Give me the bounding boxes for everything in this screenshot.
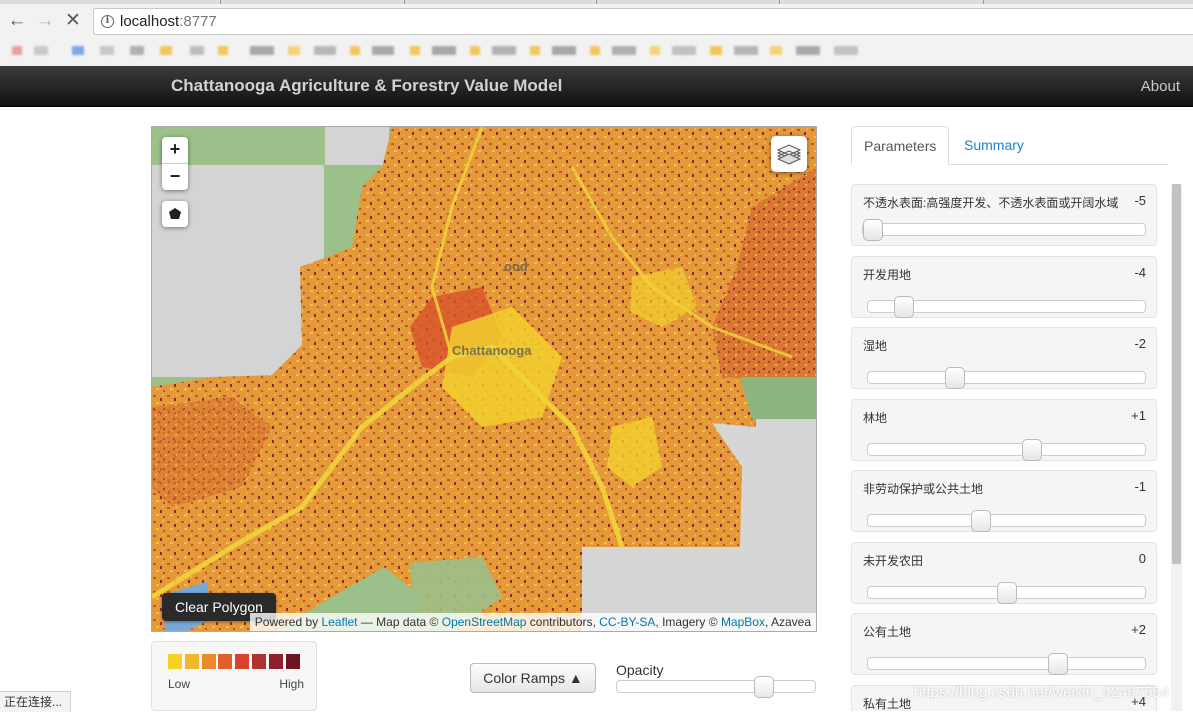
stop-loading-icon[interactable]: ✕ [62, 10, 84, 32]
parameter-card: 湿地 -2 [851, 327, 1157, 389]
info-icon[interactable]: i [101, 15, 114, 28]
legend-swatch [235, 654, 250, 669]
zoom-control: + − [162, 137, 188, 190]
parameter-slider[interactable] [862, 219, 1146, 241]
opacity-label: Opacity [616, 662, 664, 678]
polygon-icon [169, 208, 181, 219]
parameter-slider-handle[interactable] [1047, 653, 1068, 675]
parameter-slider[interactable] [867, 367, 1146, 389]
browser-status-bar: 正在连接... [0, 691, 72, 712]
parameter-slider-handle[interactable] [893, 295, 914, 318]
map-place-label: ood [504, 259, 528, 274]
tab-summary[interactable]: Summary [952, 126, 1036, 164]
parameter-list: 不透水表面:高强度开发、不透水表面或开阔水域 -5 开发用地 -4 湿地 -2 林地 +1 非劳… [851, 184, 1157, 711]
parameter-card: 非劳动保护或公共土地 -1 [851, 470, 1157, 532]
parameter-label: 湿地 [863, 339, 888, 353]
parameter-value: -1 [1134, 479, 1146, 494]
draw-polygon-button[interactable] [162, 201, 188, 227]
parameter-label: 开发用地 [863, 267, 912, 282]
parameter-slider[interactable] [867, 438, 1146, 461]
zoom-out-button[interactable]: − [162, 164, 188, 190]
parameter-value: -5 [1134, 193, 1146, 208]
parameter-card: 不透水表面:高强度开发、不透水表面或开阔水域 -5 [851, 184, 1157, 246]
tab-strip [0, 0, 1193, 4]
legend-swatch [168, 654, 182, 669]
layers-button[interactable] [771, 136, 807, 172]
layers-icon [776, 144, 802, 165]
parameter-label: 私有土地 [863, 696, 912, 711]
parameter-value: +1 [1131, 407, 1146, 423]
app-navbar: Chattanooga Agriculture & Forestry Value… [0, 66, 1193, 107]
parameter-card: 未开发农田 0 [851, 541, 1157, 604]
zoom-in-button[interactable]: + [162, 137, 188, 164]
parameter-label: 非劳动保护或公共土地 [863, 482, 984, 496]
parameter-slider-handle[interactable] [863, 219, 883, 241]
app-title[interactable]: Chattanooga Agriculture & Forestry Value… [171, 76, 562, 96]
parameter-card: 公有土地 +2 [851, 613, 1157, 675]
parameter-slider[interactable] [867, 653, 1146, 675]
legend-swatch [184, 654, 199, 669]
parameter-slider-handle[interactable] [970, 510, 991, 532]
forward-arrow-icon[interactable]: → [34, 10, 56, 32]
legend-low-label: Low [168, 677, 191, 691]
legend-swatch [268, 654, 283, 669]
parameter-label: 公有土地 [863, 625, 912, 639]
openstreetmap-link[interactable]: OpenStreetMap [442, 615, 527, 629]
map-attribution: Powered by Leaflet — Map data © OpenStre… [249, 613, 816, 631]
back-arrow-icon[interactable]: ← [6, 10, 28, 32]
tab-parameters[interactable]: Parameters [851, 126, 950, 165]
legend-swatch [252, 654, 266, 669]
parameter-value: 0 [1138, 550, 1146, 566]
parameter-value: -2 [1134, 336, 1146, 351]
opacity-slider[interactable] [616, 676, 816, 698]
map-place-label: Chattanooga [452, 343, 532, 358]
color-ramps-button[interactable]: Color Ramps ▲ [470, 663, 596, 693]
watermark-text: https://blog.csdn.net/weixin_42467554 [914, 684, 1170, 701]
parameter-value: +2 [1131, 622, 1146, 637]
parameter-slider[interactable] [867, 581, 1146, 604]
scrollbar-thumb[interactable] [1172, 184, 1181, 564]
parameter-slider[interactable] [867, 295, 1146, 318]
parameter-slider-handle[interactable] [945, 367, 966, 389]
about-link[interactable]: About [1141, 78, 1180, 95]
color-legend: Low High [151, 641, 317, 711]
parameter-label: 林地 [863, 410, 888, 425]
opacity-slider-handle[interactable] [753, 676, 774, 698]
mapbox-link[interactable]: MapBox [721, 615, 765, 629]
url-text[interactable]: localhost:8777 [120, 13, 217, 30]
panel-tabs: Parameters Summary [851, 126, 1168, 165]
parameter-card: 开发用地 -4 [851, 255, 1157, 318]
map-base-layer [152, 127, 816, 631]
parameter-card: 林地 +1 [851, 398, 1157, 461]
parameter-value: -4 [1134, 264, 1146, 280]
legend-swatch [285, 654, 300, 669]
bookmarks-bar-blurred [0, 36, 1193, 64]
parameter-label: 不透水表面:高强度开发、不透水表面或开阔水域 [863, 196, 1119, 210]
parameter-slider-handle[interactable] [996, 581, 1017, 604]
leaflet-link[interactable]: Leaflet [321, 615, 357, 629]
parameter-slider-handle[interactable] [1022, 438, 1043, 461]
legend-high-label: High [279, 677, 304, 691]
address-bar[interactable]: i localhost:8777 [93, 8, 1193, 35]
legend-swatch [201, 654, 216, 669]
caret-up-icon: ▲ [568, 670, 583, 686]
browser-chrome: ← → ✕ i localhost:8777 [0, 0, 1193, 67]
license-link[interactable]: CC-BY-SA [599, 615, 655, 629]
map-view[interactable]: + − ood Chattanooga Clear Polygon Powere… [151, 126, 817, 632]
parameter-slider[interactable] [867, 510, 1146, 532]
parameter-label: 未开发农田 [863, 553, 924, 568]
legend-swatch [218, 654, 233, 669]
